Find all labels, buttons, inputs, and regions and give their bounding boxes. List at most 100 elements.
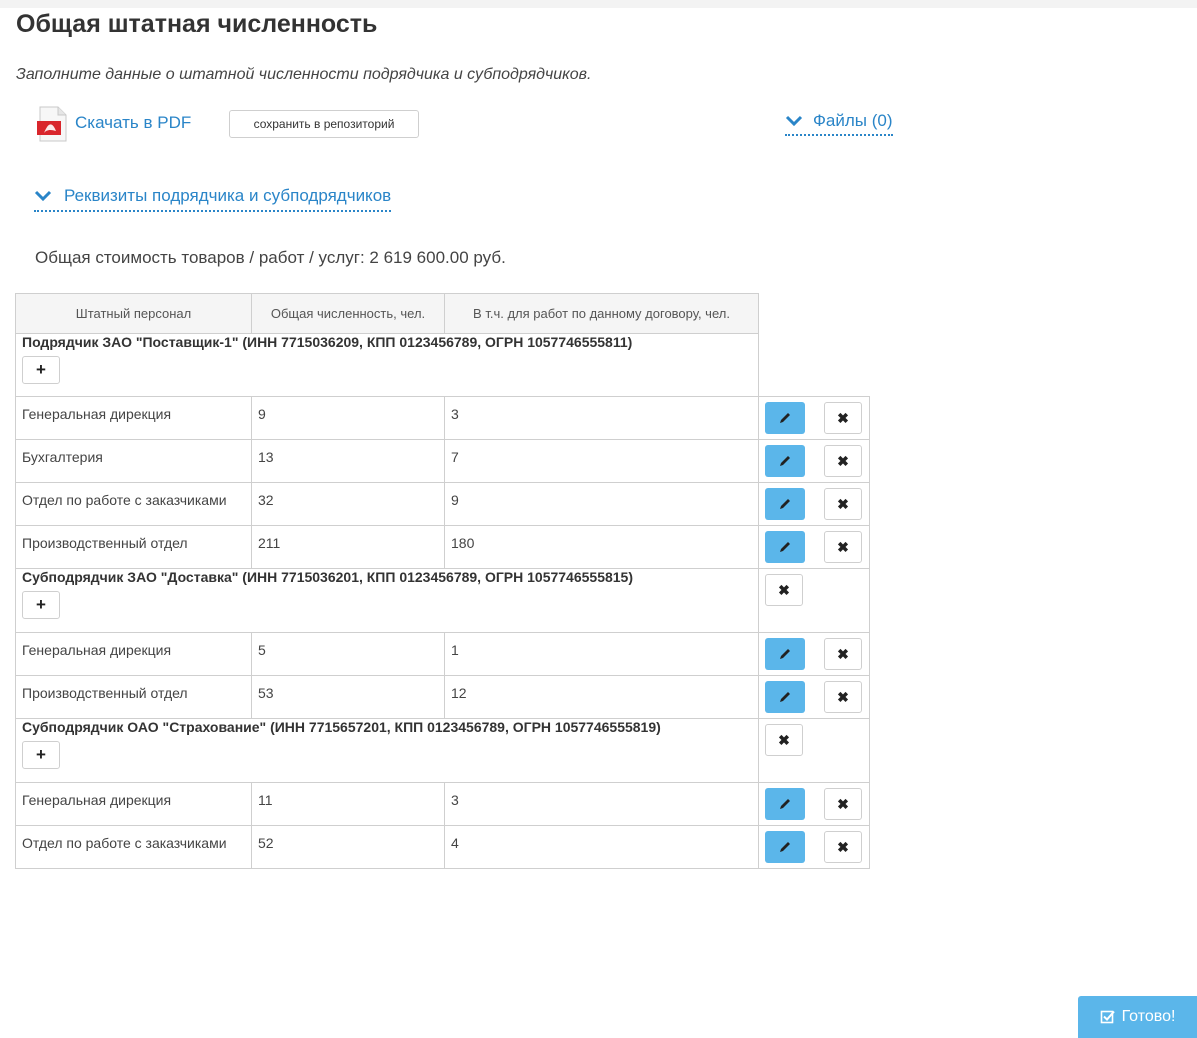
contract-count-cell: 7 bbox=[444, 439, 759, 483]
delete-button[interactable]: ✖ bbox=[824, 531, 862, 563]
group-action-cell bbox=[758, 333, 870, 397]
pencil-icon bbox=[780, 799, 790, 809]
group-name: Субподрядчик ЗАО "Доставка" (ИНН 7715036… bbox=[22, 569, 634, 585]
group-name: Подрядчик ЗАО "Поставщик-1" (ИНН 7715036… bbox=[22, 334, 633, 350]
pencil-icon bbox=[780, 649, 790, 659]
staff-table: Штатный персонал Общая численность, чел.… bbox=[15, 293, 870, 869]
group-row: Субподрядчик ЗАО "Доставка" (ИНН 7715036… bbox=[15, 568, 870, 633]
save-to-repository-button[interactable]: сохранить в репозиторий bbox=[229, 110, 419, 138]
requisites-toggle[interactable]: Реквизиты подрядчика и субподрядчиков bbox=[34, 182, 392, 212]
row-actions: ✖ bbox=[758, 482, 870, 526]
chevron-down-icon bbox=[785, 115, 803, 127]
row-actions: ✖ bbox=[758, 675, 870, 719]
delete-button[interactable]: ✖ bbox=[824, 402, 862, 434]
edit-button[interactable] bbox=[765, 638, 805, 670]
edit-button[interactable] bbox=[765, 681, 805, 713]
total-count-cell: 5 bbox=[251, 632, 445, 676]
staff-name-cell: Отдел по работе с заказчиками bbox=[15, 825, 252, 869]
contract-count-cell: 12 bbox=[444, 675, 759, 719]
requisites-label: Реквизиты подрядчика и субподрядчиков bbox=[64, 186, 392, 205]
add-row-button[interactable]: + bbox=[22, 741, 60, 769]
row-actions: ✖ bbox=[758, 825, 870, 869]
pencil-icon bbox=[780, 456, 790, 466]
chevron-down-icon bbox=[34, 190, 52, 202]
staff-name-cell: Генеральная дирекция bbox=[15, 782, 252, 826]
total-count-cell: 9 bbox=[251, 396, 445, 440]
edit-button[interactable] bbox=[765, 488, 805, 520]
edit-button[interactable] bbox=[765, 788, 805, 820]
pdf-icon[interactable] bbox=[36, 105, 70, 143]
contract-count-cell: 1 bbox=[444, 632, 759, 676]
files-label: Файлы (0) bbox=[813, 111, 893, 130]
add-row-button[interactable]: + bbox=[22, 356, 60, 384]
row-actions: ✖ bbox=[758, 632, 870, 676]
edit-button[interactable] bbox=[765, 531, 805, 563]
table-row: Генеральная дирекция 5 1 ✖ bbox=[15, 632, 870, 676]
delete-button[interactable]: ✖ bbox=[824, 638, 862, 670]
add-row-button[interactable]: + bbox=[22, 591, 60, 619]
contract-count-cell: 180 bbox=[444, 525, 759, 569]
table-row: Генеральная дирекция 9 3 ✖ bbox=[15, 396, 870, 440]
staff-name-cell: Производственный отдел bbox=[15, 675, 252, 719]
download-pdf-link[interactable]: Скачать в PDF bbox=[75, 113, 191, 133]
column-header: Общая численность, чел. bbox=[251, 293, 445, 334]
edit-button[interactable] bbox=[765, 831, 805, 863]
total-count-cell: 52 bbox=[251, 825, 445, 869]
total-count-cell: 13 bbox=[251, 439, 445, 483]
table-row: Производственный отдел 53 12 ✖ bbox=[15, 675, 870, 719]
group-actions: ✖ bbox=[758, 718, 870, 783]
row-actions: ✖ bbox=[758, 439, 870, 483]
group-row: Подрядчик ЗАО "Поставщик-1" (ИНН 7715036… bbox=[15, 333, 870, 397]
page-subtitle: Заполните данные о штатной численности п… bbox=[16, 66, 592, 83]
edit-button[interactable] bbox=[765, 445, 805, 477]
total-count-cell: 53 bbox=[251, 675, 445, 719]
pencil-icon bbox=[780, 542, 790, 552]
page-title: Общая штатная численность bbox=[16, 10, 378, 38]
staff-name-cell: Производственный отдел bbox=[15, 525, 252, 569]
contract-count-cell: 3 bbox=[444, 782, 759, 826]
delete-button[interactable]: ✖ bbox=[824, 488, 862, 520]
contract-count-cell: 4 bbox=[444, 825, 759, 869]
top-border bbox=[0, 0, 1197, 8]
group-row: Субподрядчик ОАО "Страхование" (ИНН 7715… bbox=[15, 718, 870, 783]
staff-name-cell: Генеральная дирекция bbox=[15, 632, 252, 676]
edit-button[interactable] bbox=[765, 402, 805, 434]
done-label: Готово! bbox=[1121, 1008, 1176, 1025]
delete-button[interactable]: ✖ bbox=[824, 445, 862, 477]
delete-group-button[interactable]: ✖ bbox=[765, 574, 803, 606]
group-cell: Субподрядчик ЗАО "Доставка" (ИНН 7715036… bbox=[15, 568, 759, 633]
total-count-cell: 11 bbox=[251, 782, 445, 826]
row-actions: ✖ bbox=[758, 782, 870, 826]
column-header: Штатный персонал bbox=[15, 293, 252, 334]
table-row: Бухгалтерия 13 7 ✖ bbox=[15, 439, 870, 483]
files-toggle[interactable]: Файлы (0) bbox=[785, 108, 893, 136]
table-header-row: Штатный персонал Общая численность, чел.… bbox=[15, 293, 870, 334]
table-row: Генеральная дирекция 11 3 ✖ bbox=[15, 782, 870, 826]
column-header: В т.ч. для работ по данному договору, че… bbox=[444, 293, 759, 334]
group-actions: ✖ bbox=[758, 568, 870, 633]
staff-name-cell: Бухгалтерия bbox=[15, 439, 252, 483]
total-count-cell: 32 bbox=[251, 482, 445, 526]
contract-count-cell: 9 bbox=[444, 482, 759, 526]
total-cost: Общая стоимость товаров / работ / услуг:… bbox=[35, 248, 506, 267]
total-count-cell: 211 bbox=[251, 525, 445, 569]
pencil-icon bbox=[780, 499, 790, 509]
staff-name-cell: Генеральная дирекция bbox=[15, 396, 252, 440]
table-row: Отдел по работе с заказчиками 32 9 ✖ bbox=[15, 482, 870, 526]
table-row: Производственный отдел 211 180 ✖ bbox=[15, 525, 870, 569]
pencil-icon bbox=[780, 413, 790, 423]
group-name: Субподрядчик ОАО "Страхование" (ИНН 7715… bbox=[22, 719, 661, 735]
row-actions: ✖ bbox=[758, 396, 870, 440]
group-cell: Субподрядчик ОАО "Страхование" (ИНН 7715… bbox=[15, 718, 759, 783]
pencil-icon bbox=[780, 692, 790, 702]
contract-count-cell: 3 bbox=[444, 396, 759, 440]
header-spacer bbox=[759, 294, 870, 334]
table-row: Отдел по работе с заказчиками 52 4 ✖ bbox=[15, 825, 870, 869]
checkbox-check-icon bbox=[1100, 1010, 1115, 1024]
delete-button[interactable]: ✖ bbox=[824, 681, 862, 713]
group-cell: Подрядчик ЗАО "Поставщик-1" (ИНН 7715036… bbox=[15, 333, 759, 397]
delete-group-button[interactable]: ✖ bbox=[765, 724, 803, 756]
delete-button[interactable]: ✖ bbox=[824, 831, 862, 863]
delete-button[interactable]: ✖ bbox=[824, 788, 862, 820]
done-button[interactable]: Готово! bbox=[1078, 996, 1197, 1038]
